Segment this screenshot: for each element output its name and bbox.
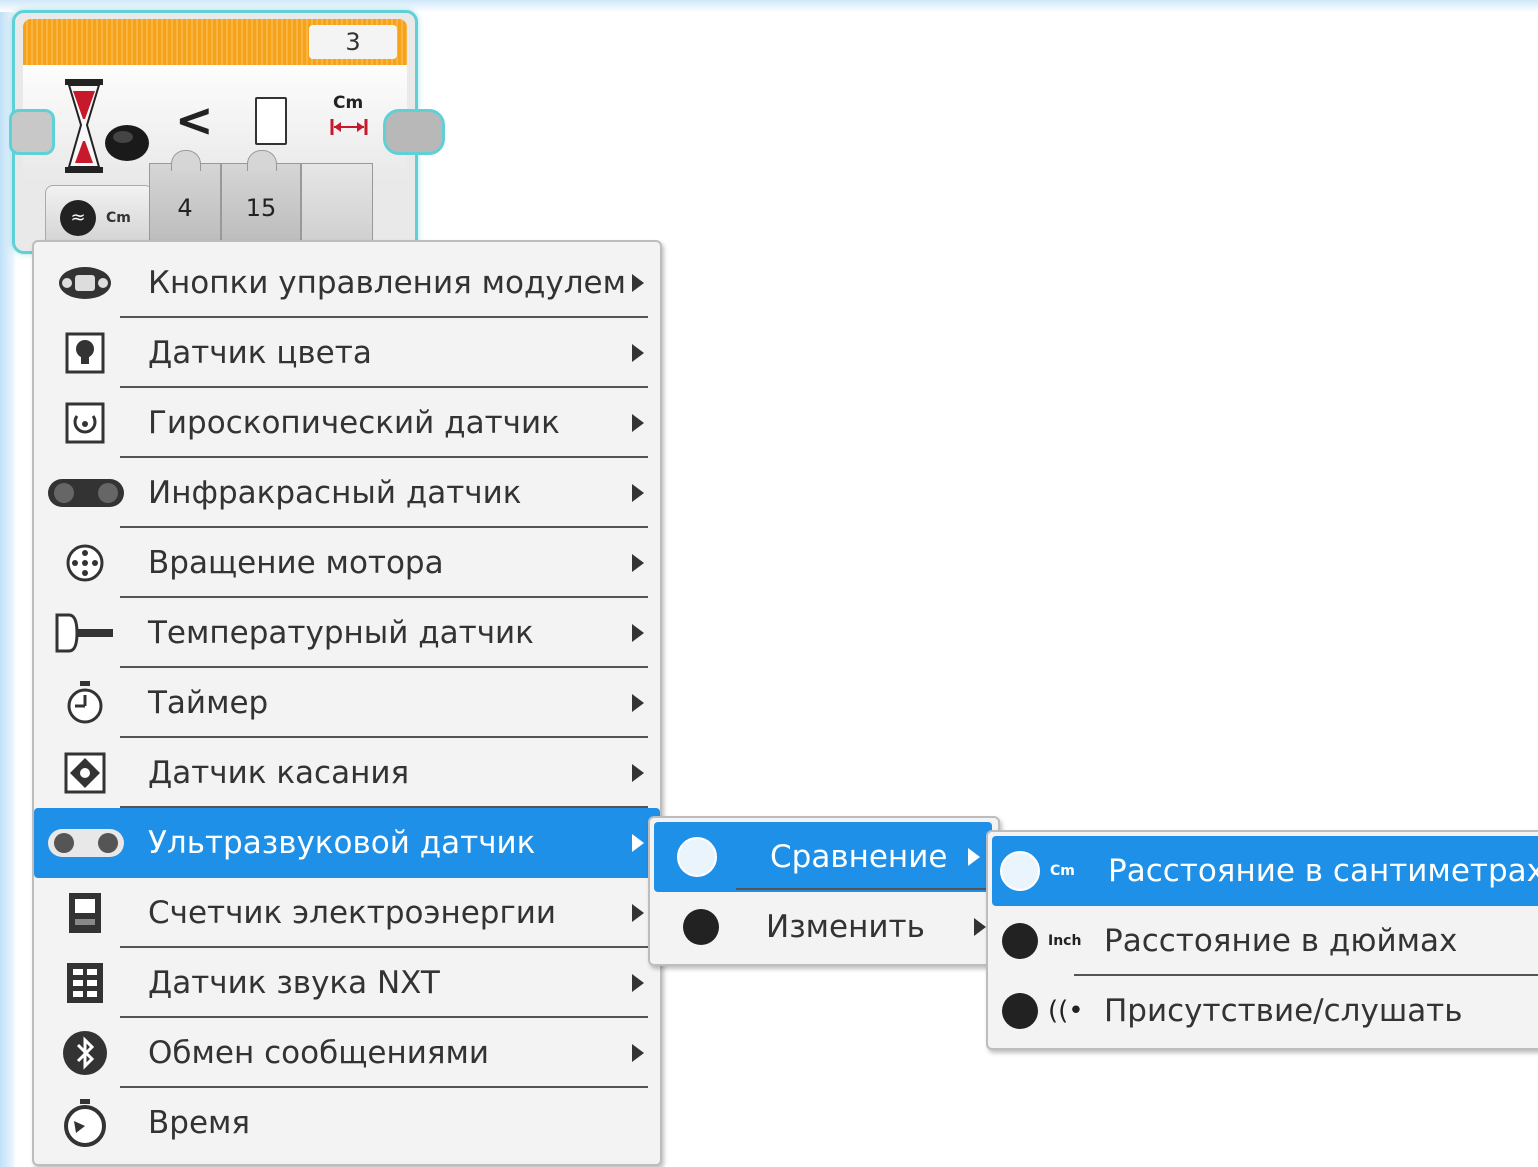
menu-item-label: Обмен сообщениями	[148, 1035, 490, 1071]
menu-item-sound-sensor[interactable]: Датчик звука NXT	[34, 948, 660, 1018]
timer-icon	[52, 680, 118, 726]
submenu-arrow-icon	[632, 1044, 644, 1062]
time-icon	[52, 1099, 118, 1147]
distance-arrow-icon	[330, 119, 368, 135]
sound-sensor-icon	[52, 960, 118, 1006]
motor-rotation-icon	[52, 540, 118, 586]
hourglass-icon	[65, 79, 149, 173]
menu-item-motor-rotation[interactable]: Вращение мотора	[34, 528, 660, 598]
menu-item-timer[interactable]: Таймер	[34, 668, 660, 738]
menu-item-touch-sensor[interactable]: Датчик касания	[34, 738, 660, 808]
submenu-arrow-icon	[632, 834, 644, 852]
menu-item-label: Сравнение	[770, 839, 948, 875]
param-value: 4	[177, 194, 193, 222]
menu-item-compare[interactable]: Сравнение	[654, 822, 992, 892]
infrared-sensor-icon	[44, 470, 128, 516]
menu-item-label: Таймер	[148, 685, 269, 721]
menu-item-label: Расстояние в сантиметрах	[1108, 853, 1538, 889]
submenu-arrow-icon	[632, 764, 644, 782]
menu-item-label: Датчик звука NXT	[148, 965, 440, 1001]
menu-item-brick-buttons[interactable]: Кнопки управления модулем	[34, 248, 660, 318]
menu-item-presence-listen[interactable]: ((• Присутствие/слушать	[988, 976, 1538, 1046]
param-plug	[247, 150, 277, 171]
menu-item-label: Счетчик электроэнергии	[148, 895, 557, 931]
menu-item-label: Температурный датчик	[148, 615, 534, 651]
menu-item-distance-inch[interactable]: Inch Расстояние в дюймах	[988, 906, 1538, 976]
param-threshold[interactable]: 15	[221, 150, 301, 245]
wait-block[interactable]: 3 < Cm ≈ Cm 4 15	[9, 10, 445, 254]
touch-sensor-icon	[52, 750, 118, 796]
menu-item-gyro-sensor[interactable]: Гироскопический датчик	[34, 388, 660, 458]
submenu-arrow-icon	[632, 694, 644, 712]
unit-tag: Cm	[1050, 863, 1075, 879]
menu-divider	[736, 888, 986, 890]
threshold-icon	[255, 97, 287, 145]
param-comparison-type[interactable]: 4	[149, 150, 221, 245]
submenu-arrow-icon	[632, 904, 644, 922]
block-header[interactable]: 3	[23, 19, 407, 65]
change-icon	[668, 904, 734, 950]
menu-item-messaging[interactable]: Обмен сообщениями	[34, 1018, 660, 1088]
menu-item-label: Датчик цвета	[148, 335, 372, 371]
menu-item-temperature-sensor[interactable]: Температурный датчик	[34, 598, 660, 668]
gyro-sensor-icon	[52, 400, 118, 446]
menu-item-change[interactable]: Изменить	[650, 892, 998, 962]
menu-item-label: Вращение мотора	[148, 545, 444, 581]
param-value: 15	[245, 194, 277, 222]
compare-mode-menu: Cm Расстояние в сантиметрах Inch Расстоя…	[986, 830, 1538, 1050]
block-number: 3	[309, 25, 397, 59]
menu-item-label: Время	[148, 1105, 251, 1141]
menu-item-label: Инфракрасный датчик	[148, 475, 522, 511]
submenu-arrow-icon	[632, 624, 644, 642]
menu-item-distance-cm[interactable]: Cm Расстояние в сантиметрах	[992, 836, 1538, 906]
sequence-in-port[interactable]	[9, 109, 55, 155]
menu-item-time[interactable]: Время	[34, 1088, 660, 1158]
menu-item-label: Ультразвуковой датчик	[148, 825, 536, 861]
sensor-menu: Кнопки управления модулем Датчик цвета Г…	[32, 240, 662, 1166]
ultrasonic-sensor-icon	[44, 820, 128, 866]
submenu-arrow-icon	[632, 344, 644, 362]
submenu-arrow-icon	[632, 554, 644, 572]
ultrasonic-submenu: Сравнение Изменить	[648, 816, 1000, 966]
submenu-arrow-icon	[974, 918, 986, 936]
sequence-out-port[interactable]	[383, 109, 445, 155]
param-output[interactable]	[301, 163, 373, 245]
unit-tag: Inch	[1048, 933, 1082, 949]
menu-item-infrared-sensor[interactable]: Инфракрасный датчик	[34, 458, 660, 528]
submenu-arrow-icon	[632, 484, 644, 502]
menu-item-energy-meter[interactable]: Счетчик электроэнергии	[34, 878, 660, 948]
submenu-arrow-icon	[632, 274, 644, 292]
unit-label: Cm	[333, 93, 364, 113]
color-sensor-icon	[52, 330, 118, 376]
energy-meter-icon	[52, 890, 118, 936]
menu-item-label: Кнопки управления модулем	[148, 265, 627, 301]
compare-icon	[664, 834, 730, 880]
menu-item-ultrasonic-sensor[interactable]: Ультразвуковой датчик	[34, 808, 660, 878]
menu-item-label: Расстояние в дюймах	[1104, 923, 1458, 959]
submenu-arrow-icon	[632, 414, 644, 432]
menu-item-label: Присутствие/слушать	[1104, 993, 1463, 1029]
menu-item-label: Датчик касания	[148, 755, 410, 791]
brick-buttons-icon	[52, 260, 118, 306]
submenu-arrow-icon	[632, 974, 644, 992]
comparison-sign: <	[175, 93, 214, 147]
menu-item-label: Изменить	[766, 909, 925, 945]
ultrasonic-compare-icon: ≈	[60, 200, 96, 236]
temperature-sensor-icon	[52, 610, 118, 656]
submenu-arrow-icon	[968, 848, 980, 866]
compare-icon: Cm	[1000, 848, 1096, 894]
menu-item-label: Гироскопический датчик	[148, 405, 560, 441]
listen-icon: ((•	[1002, 988, 1098, 1034]
mode-unit: Cm	[106, 210, 131, 226]
compare-icon: Inch	[1002, 918, 1098, 964]
param-plug	[171, 150, 201, 171]
bluetooth-icon	[52, 1030, 118, 1076]
menu-item-color-sensor[interactable]: Датчик цвета	[34, 318, 660, 388]
